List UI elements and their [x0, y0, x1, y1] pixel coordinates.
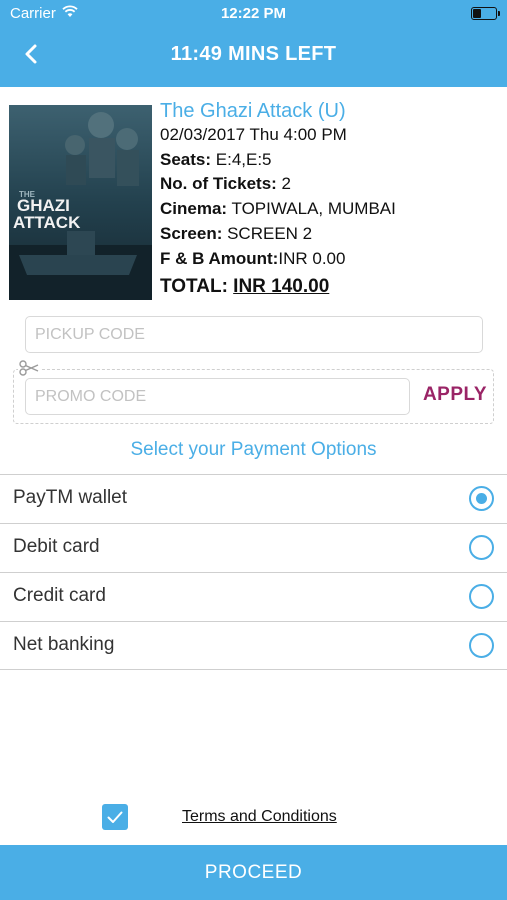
payment-option-label: Debit card [13, 536, 100, 557]
radio-selected-icon[interactable] [469, 486, 494, 511]
payment-option-net-banking[interactable]: Net banking [0, 621, 507, 670]
fb-amount-row: F & B Amount:INR 0.00 [160, 247, 500, 272]
payment-option-paytm[interactable]: PayTM wallet [0, 474, 507, 523]
tickets-value: 2 [276, 174, 292, 194]
screen-row: Screen: SCREEN 2 [160, 222, 500, 247]
payment-option-label: PayTM wallet [13, 487, 128, 508]
battery-icon [471, 7, 500, 20]
clock-label: 12:22 PM [220, 5, 287, 22]
payment-options-heading: Select your Payment Options [130, 439, 377, 460]
terms-and-conditions-link[interactable]: Terms and Conditions [182, 808, 337, 826]
pickup-code-input[interactable] [26, 317, 482, 352]
seats-label: Seats: [160, 149, 212, 169]
payment-option-label: Credit card [13, 585, 106, 606]
total-row: TOTAL: INR 140.00 [160, 273, 500, 301]
cinema-label: Cinema: [160, 199, 228, 219]
seats-row: Seats: E:4,E:5 [160, 148, 500, 173]
payment-option-debit-card[interactable]: Debit card [0, 523, 507, 572]
timer-title: 11:49 MINS LEFT [170, 43, 337, 65]
radio-unselected-icon[interactable] [469, 535, 494, 560]
cinema-value: TOPIWALA, MUMBAI [227, 199, 396, 219]
radio-unselected-icon[interactable] [469, 584, 494, 609]
total-label: TOTAL: [160, 276, 234, 298]
payment-option-credit-card[interactable]: Credit card [0, 572, 507, 621]
poster-attack-text: ATTACK [13, 213, 81, 232]
apply-button[interactable]: APPLY [416, 384, 494, 410]
promo-code-input[interactable] [26, 379, 409, 414]
payment-option-label: Net banking [13, 634, 115, 655]
seats-value: E:4,E:5 [211, 149, 272, 169]
radio-unselected-icon[interactable] [469, 633, 494, 658]
fb-amount-value: INR 0.00 [278, 248, 346, 268]
payment-options-list: PayTM wallet Debit card Credit card Net … [0, 474, 507, 670]
terms-checkbox[interactable] [102, 804, 128, 830]
booking-summary: The Ghazi Attack (U) 02/03/2017 Thu 4:00… [160, 99, 500, 301]
tickets-label: No. of Tickets: [160, 174, 277, 194]
top-bar: Carrier 12:22 PM 11:49 MINS LEFT [0, 0, 507, 87]
show-datetime: 02/03/2017 Thu 4:00 PM [160, 125, 347, 144]
movie-title: The Ghazi Attack (U) [160, 100, 346, 122]
total-amount: INR 140.00 [233, 276, 330, 298]
proceed-button[interactable]: PROCEED [0, 845, 507, 900]
movie-poster: THE GHAZI ATTACK [9, 105, 152, 300]
fb-amount-label: F & B Amount: [160, 248, 279, 268]
screen-label: Screen: [160, 223, 223, 243]
cinema-row: Cinema: TOPIWALA, MUMBAI [160, 197, 500, 222]
scissors-icon [18, 359, 40, 377]
promo-code-field[interactable] [25, 378, 410, 415]
tickets-row: No. of Tickets: 2 [160, 172, 500, 197]
screen-value: SCREEN 2 [222, 223, 313, 243]
status-bar: Carrier 12:22 PM [0, 0, 507, 28]
checkmark-icon [107, 811, 123, 823]
pickup-code-field[interactable] [25, 316, 483, 353]
